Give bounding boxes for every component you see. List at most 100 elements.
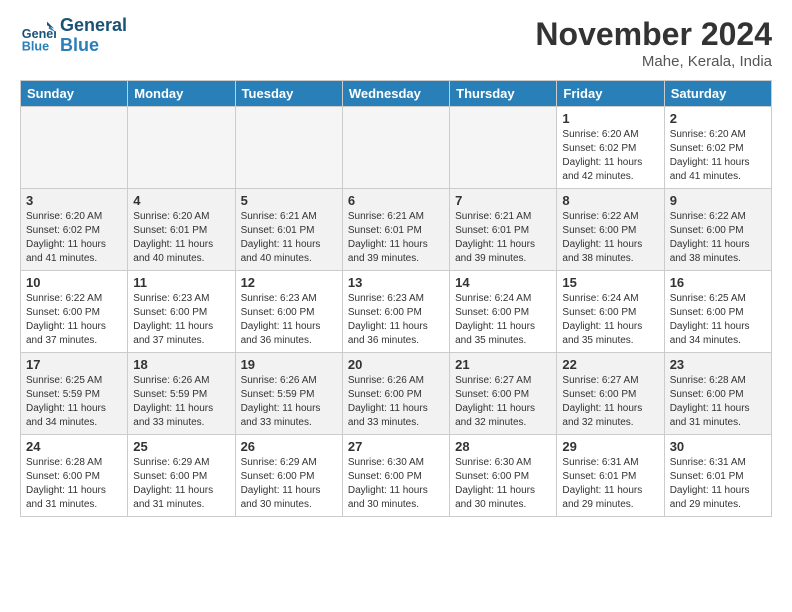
table-row: 8Sunrise: 6:22 AM Sunset: 6:00 PM Daylig… xyxy=(557,189,664,271)
calendar-week-row: 17 Sunrise: 6:25 AM Sunset: 5:59 PM Dayli… xyxy=(21,353,772,435)
table-row: 4 Sunrise: 6:20 AM Sunset: 6:01 PM Daylig… xyxy=(128,189,235,271)
col-saturday: Saturday xyxy=(664,81,771,107)
day-detail: Sunrise: 6:31 AM Sunset: 6:01 PM Dayligh… xyxy=(562,456,658,512)
day-detail: Sunrise: 6:22 AM Sunset: 6:00 PM Dayligh… xyxy=(670,210,766,266)
table-row xyxy=(342,107,449,189)
location: Mahe, Kerala, India xyxy=(535,53,772,70)
col-wednesday: Wednesday xyxy=(342,81,449,107)
day-number: 6 xyxy=(348,193,444,208)
day-number: 17 xyxy=(26,357,122,372)
table-row: 6 Sunrise: 6:21 AM Sunset: 6:01 PM Daylig… xyxy=(342,189,449,271)
day-detail: Sunrise: 6:27 AM Sunset: 6:00 PM Dayligh… xyxy=(455,374,551,430)
day-number: 15 xyxy=(562,275,658,290)
header: General Blue General Blue November 2024 … xyxy=(20,16,772,70)
day-number: 20 xyxy=(348,357,444,372)
table-row: 21 Sunrise: 6:27 AM Sunset: 6:00 PM Dayli… xyxy=(450,353,557,435)
day-detail: Sunrise: 6:20 AM Sunset: 6:02 PM Dayligh… xyxy=(562,128,658,184)
calendar-week-row: 3Sunrise: 6:20 AM Sunset: 6:02 PM Daylig… xyxy=(21,189,772,271)
logo-name-general: General xyxy=(60,16,127,36)
logo: General Blue General Blue xyxy=(20,16,127,56)
logo-icon: General Blue xyxy=(20,18,56,54)
day-number: 26 xyxy=(241,439,337,454)
day-number: 2 xyxy=(670,111,766,126)
day-number: 5 xyxy=(241,193,337,208)
table-row: 5 Sunrise: 6:21 AM Sunset: 6:01 PM Daylig… xyxy=(235,189,342,271)
day-detail: Sunrise: 6:29 AM Sunset: 6:00 PM Dayligh… xyxy=(241,456,337,512)
table-row: 14 Sunrise: 6:24 AM Sunset: 6:00 PM Dayli… xyxy=(450,271,557,353)
day-number: 16 xyxy=(670,275,766,290)
day-detail: Sunrise: 6:30 AM Sunset: 6:00 PM Dayligh… xyxy=(348,456,444,512)
table-row: 9Sunrise: 6:22 AM Sunset: 6:00 PM Daylig… xyxy=(664,189,771,271)
day-number: 18 xyxy=(133,357,229,372)
day-number: 13 xyxy=(348,275,444,290)
calendar: Sunday Monday Tuesday Wednesday Thursday… xyxy=(20,80,772,517)
calendar-header-row: Sunday Monday Tuesday Wednesday Thursday… xyxy=(21,81,772,107)
col-friday: Friday xyxy=(557,81,664,107)
calendar-week-row: 24Sunrise: 6:28 AM Sunset: 6:00 PM Dayli… xyxy=(21,435,772,517)
table-row: 7Sunrise: 6:21 AM Sunset: 6:01 PM Daylig… xyxy=(450,189,557,271)
day-detail: Sunrise: 6:29 AM Sunset: 6:00 PM Dayligh… xyxy=(133,456,229,512)
day-detail: Sunrise: 6:20 AM Sunset: 6:02 PM Dayligh… xyxy=(670,128,766,184)
day-detail: Sunrise: 6:26 AM Sunset: 6:00 PM Dayligh… xyxy=(348,374,444,430)
table-row: 27 Sunrise: 6:30 AM Sunset: 6:00 PM Dayli… xyxy=(342,435,449,517)
day-detail: Sunrise: 6:24 AM Sunset: 6:00 PM Dayligh… xyxy=(562,292,658,348)
day-detail: Sunrise: 6:27 AM Sunset: 6:00 PM Dayligh… xyxy=(562,374,658,430)
day-detail: Sunrise: 6:25 AM Sunset: 5:59 PM Dayligh… xyxy=(26,374,122,430)
day-detail: Sunrise: 6:22 AM Sunset: 6:00 PM Dayligh… xyxy=(562,210,658,266)
day-detail: Sunrise: 6:25 AM Sunset: 6:00 PM Dayligh… xyxy=(670,292,766,348)
day-number: 28 xyxy=(455,439,551,454)
month-title: November 2024 xyxy=(535,16,772,53)
day-detail: Sunrise: 6:23 AM Sunset: 6:00 PM Dayligh… xyxy=(133,292,229,348)
day-detail: Sunrise: 6:22 AM Sunset: 6:00 PM Dayligh… xyxy=(26,292,122,348)
table-row: 18 Sunrise: 6:26 AM Sunset: 5:59 PM Dayli… xyxy=(128,353,235,435)
table-row: 17 Sunrise: 6:25 AM Sunset: 5:59 PM Dayli… xyxy=(21,353,128,435)
table-row: 3Sunrise: 6:20 AM Sunset: 6:02 PM Daylig… xyxy=(21,189,128,271)
table-row: 15 Sunrise: 6:24 AM Sunset: 6:00 PM Dayli… xyxy=(557,271,664,353)
day-detail: Sunrise: 6:21 AM Sunset: 6:01 PM Dayligh… xyxy=(241,210,337,266)
table-row: 16 Sunrise: 6:25 AM Sunset: 6:00 PM Dayli… xyxy=(664,271,771,353)
col-sunday: Sunday xyxy=(21,81,128,107)
day-detail: Sunrise: 6:21 AM Sunset: 6:01 PM Dayligh… xyxy=(348,210,444,266)
col-monday: Monday xyxy=(128,81,235,107)
day-number: 27 xyxy=(348,439,444,454)
day-number: 22 xyxy=(562,357,658,372)
day-detail: Sunrise: 6:26 AM Sunset: 5:59 PM Dayligh… xyxy=(133,374,229,430)
day-number: 14 xyxy=(455,275,551,290)
table-row xyxy=(128,107,235,189)
page: General Blue General Blue November 2024 … xyxy=(0,0,792,527)
day-number: 10 xyxy=(26,275,122,290)
day-detail: Sunrise: 6:28 AM Sunset: 6:00 PM Dayligh… xyxy=(670,374,766,430)
table-row xyxy=(235,107,342,189)
day-number: 1 xyxy=(562,111,658,126)
day-detail: Sunrise: 6:24 AM Sunset: 6:00 PM Dayligh… xyxy=(455,292,551,348)
day-detail: Sunrise: 6:21 AM Sunset: 6:01 PM Dayligh… xyxy=(455,210,551,266)
table-row: 13 Sunrise: 6:23 AM Sunset: 6:00 PM Dayli… xyxy=(342,271,449,353)
table-row: 25 Sunrise: 6:29 AM Sunset: 6:00 PM Dayli… xyxy=(128,435,235,517)
table-row: 11 Sunrise: 6:23 AM Sunset: 6:00 PM Dayli… xyxy=(128,271,235,353)
day-number: 25 xyxy=(133,439,229,454)
table-row: 12Sunrise: 6:23 AM Sunset: 6:00 PM Dayli… xyxy=(235,271,342,353)
day-number: 4 xyxy=(133,193,229,208)
table-row xyxy=(21,107,128,189)
table-row: 20 Sunrise: 6:26 AM Sunset: 6:00 PM Dayli… xyxy=(342,353,449,435)
day-detail: Sunrise: 6:30 AM Sunset: 6:00 PM Dayligh… xyxy=(455,456,551,512)
col-tuesday: Tuesday xyxy=(235,81,342,107)
day-number: 21 xyxy=(455,357,551,372)
table-row: 26 Sunrise: 6:29 AM Sunset: 6:00 PM Dayli… xyxy=(235,435,342,517)
calendar-week-row: 10 Sunrise: 6:22 AM Sunset: 6:00 PM Dayli… xyxy=(21,271,772,353)
day-detail: Sunrise: 6:26 AM Sunset: 5:59 PM Dayligh… xyxy=(241,374,337,430)
day-detail: Sunrise: 6:23 AM Sunset: 6:00 PM Dayligh… xyxy=(241,292,337,348)
day-number: 19 xyxy=(241,357,337,372)
day-number: 11 xyxy=(133,275,229,290)
svg-text:Blue: Blue xyxy=(22,39,49,53)
table-row xyxy=(450,107,557,189)
day-number: 23 xyxy=(670,357,766,372)
day-detail: Sunrise: 6:20 AM Sunset: 6:01 PM Dayligh… xyxy=(133,210,229,266)
table-row: 2 Sunrise: 6:20 AM Sunset: 6:02 PM Daylig… xyxy=(664,107,771,189)
table-row: 10 Sunrise: 6:22 AM Sunset: 6:00 PM Dayli… xyxy=(21,271,128,353)
table-row: 1 Sunrise: 6:20 AM Sunset: 6:02 PM Daylig… xyxy=(557,107,664,189)
day-detail: Sunrise: 6:23 AM Sunset: 6:00 PM Dayligh… xyxy=(348,292,444,348)
title-block: November 2024 Mahe, Kerala, India xyxy=(535,16,772,70)
calendar-week-row: 1 Sunrise: 6:20 AM Sunset: 6:02 PM Daylig… xyxy=(21,107,772,189)
table-row: 29Sunrise: 6:31 AM Sunset: 6:01 PM Dayli… xyxy=(557,435,664,517)
